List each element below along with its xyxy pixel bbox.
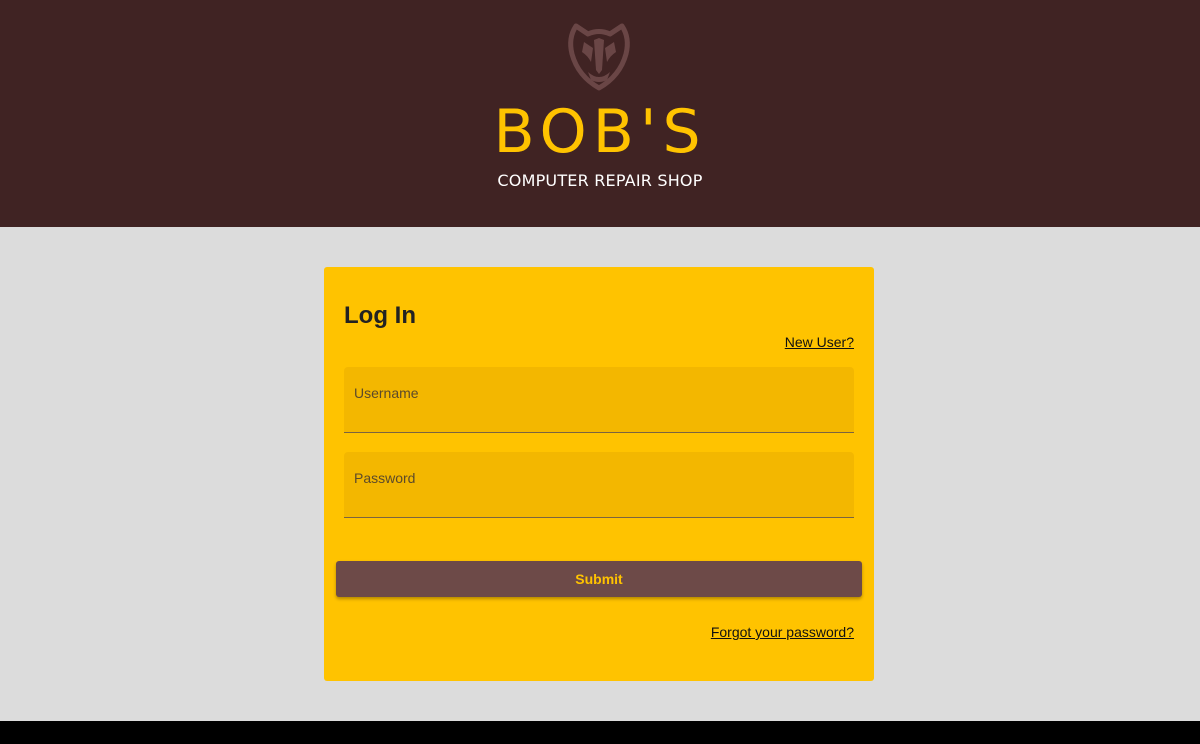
page-footer xyxy=(0,721,1200,744)
username-label: Username xyxy=(354,385,419,401)
forgot-password-link[interactable]: Forgot your password? xyxy=(711,623,854,641)
password-input[interactable] xyxy=(354,490,844,512)
new-user-link[interactable]: New User? xyxy=(785,333,854,351)
login-card: Log In New User? Username Password Submi… xyxy=(324,267,874,681)
login-title: Log In xyxy=(344,302,416,329)
brand-tagline: COMPUTER REPAIR SHOP xyxy=(497,171,703,190)
password-field[interactable]: Password xyxy=(344,452,854,518)
username-input[interactable] xyxy=(354,405,844,427)
brand-name: BOB'S xyxy=(493,97,707,167)
password-label: Password xyxy=(354,470,416,486)
badger-icon xyxy=(568,23,630,91)
username-field[interactable]: Username xyxy=(344,367,854,433)
submit-button[interactable]: Submit xyxy=(336,561,862,597)
site-header: BOB'S COMPUTER REPAIR SHOP xyxy=(0,0,1200,227)
